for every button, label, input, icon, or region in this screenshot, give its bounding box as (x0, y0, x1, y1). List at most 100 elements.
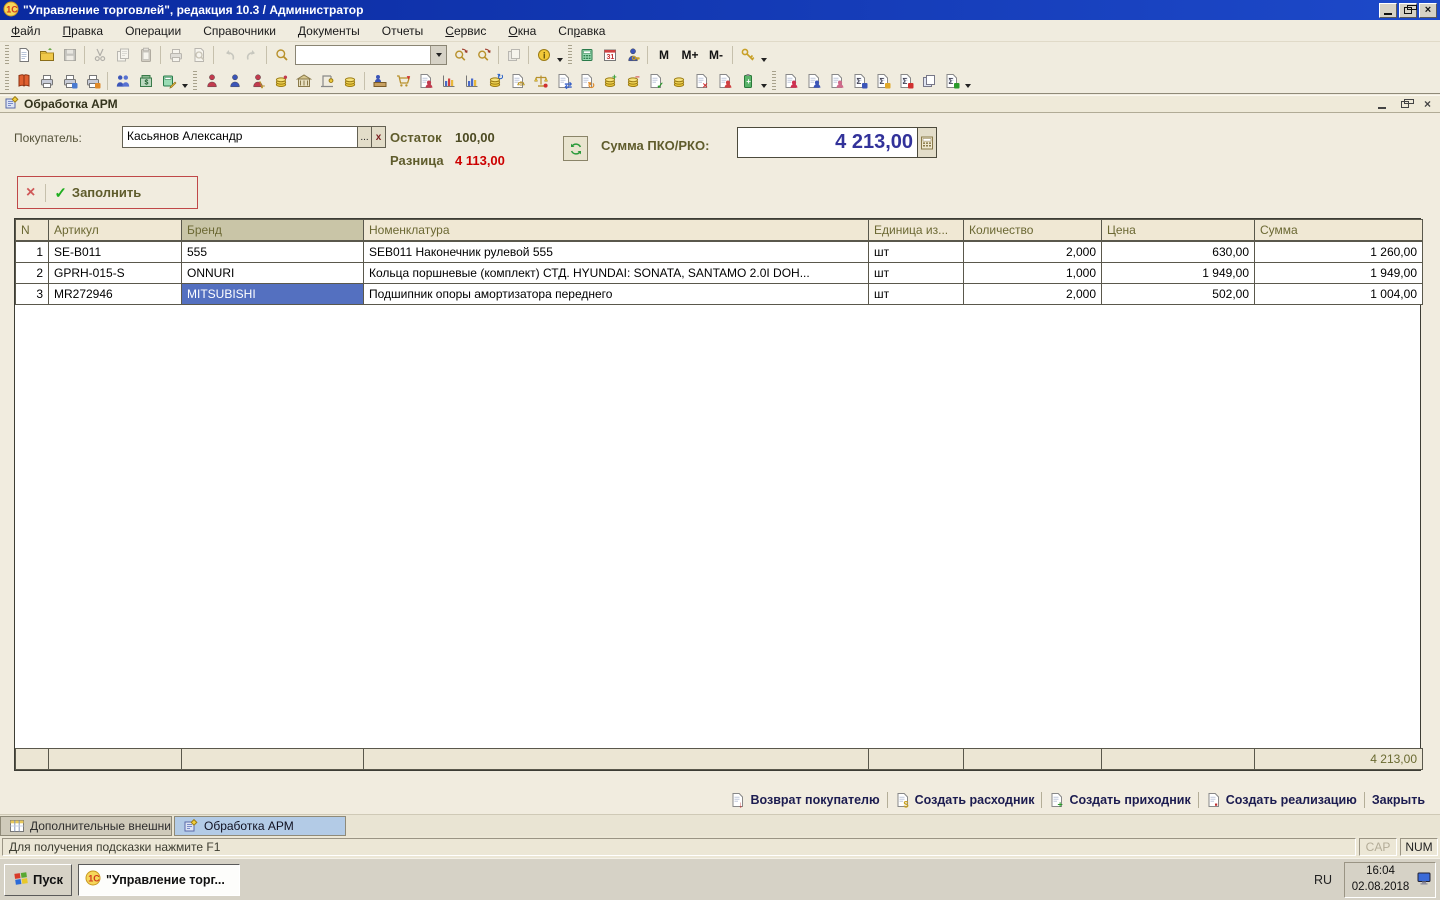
menu-documents[interactable]: Документы (287, 22, 371, 40)
toolbar-grip[interactable] (772, 71, 776, 91)
document-check-icon[interactable]: ✓ (644, 70, 667, 92)
language-indicator[interactable]: RU (1314, 873, 1332, 887)
table-header-col-price[interactable]: Цена (1102, 220, 1255, 241)
cell-col-nomenclature[interactable]: SEB011 Наконечник рулевой 555 (364, 242, 869, 263)
cancel-x-icon[interactable]: × (26, 184, 35, 202)
combobox-dropdown-arrow[interactable] (430, 46, 446, 64)
edit-calculation-icon[interactable] (157, 70, 180, 92)
memory-plus-button[interactable]: M+ (677, 48, 703, 62)
copy-button[interactable] (111, 44, 134, 66)
cell-col-quantity[interactable]: 2,000 (964, 284, 1102, 305)
cell-col-quantity[interactable]: 1,000 (964, 263, 1102, 284)
dropdown-arrow[interactable] (963, 70, 973, 92)
open-document-button[interactable] (35, 44, 58, 66)
customer-blue-icon[interactable] (223, 70, 246, 92)
menu-edit[interactable]: Правка (52, 22, 115, 40)
save-button[interactable] (58, 44, 81, 66)
memory-m-button[interactable]: M (651, 48, 677, 62)
search-combobox-value[interactable] (296, 46, 430, 64)
scales-red-icon[interactable] (529, 70, 552, 92)
coins-plus-icon[interactable]: + (598, 70, 621, 92)
document-scales-icon[interactable] (506, 70, 529, 92)
document-exchange-icon[interactable]: ⇄ (552, 70, 575, 92)
cell-col-quantity[interactable]: 2,000 (964, 242, 1102, 263)
minimize-button[interactable] (1379, 3, 1397, 18)
cell-col-nomenclature[interactable]: Подшипник опоры амортизатора переднего (364, 284, 869, 305)
print-form-icon[interactable] (35, 70, 58, 92)
mdi-restore-button[interactable] (1396, 97, 1413, 111)
crane-coin-icon[interactable] (315, 70, 338, 92)
buyer-clear-button[interactable]: x (371, 126, 386, 148)
calculator-icon[interactable] (917, 128, 936, 157)
cell-col-sum[interactable]: 1 004,00 (1255, 284, 1423, 305)
table-header-col-brand[interactable]: Бренд (182, 220, 364, 241)
cell-col-sum[interactable]: 1 260,00 (1255, 242, 1423, 263)
pko-rko-sum-value[interactable]: 4 213,00 (738, 128, 917, 157)
cell-col-article[interactable]: MR272946 (49, 284, 182, 305)
coins-icon[interactable] (338, 70, 361, 92)
create-sale-button[interactable]: ▪Создать реализацию (1199, 791, 1364, 809)
info-button[interactable]: i (532, 44, 555, 66)
coins-minus-icon[interactable]: − (621, 70, 644, 92)
fill-button[interactable]: Заполнить (72, 185, 141, 200)
cell-col-number[interactable]: 1 (16, 242, 49, 263)
calendar-button[interactable]: 31 (598, 44, 621, 66)
customer-cart-icon[interactable] (246, 70, 269, 92)
print-preview-button[interactable] (187, 44, 210, 66)
cell-col-brand[interactable]: MITSUBISHI (182, 284, 364, 305)
print-settings-icon[interactable] (81, 70, 104, 92)
document-refresh-icon[interactable]: ↻ (575, 70, 598, 92)
find-next-button[interactable] (449, 44, 472, 66)
mdi-close-button[interactable]: × (1419, 97, 1436, 111)
return-to-customer-button[interactable]: ↓Возврат покупателю (723, 791, 886, 809)
report-person-red-icon[interactable] (779, 70, 802, 92)
document-person-icon[interactable] (414, 70, 437, 92)
cart-red-arrow-icon[interactable]: ▼ (391, 70, 414, 92)
menu-help[interactable]: Справка (547, 22, 616, 40)
document-lines-icon[interactable] (917, 70, 940, 92)
dropdown-arrow[interactable] (180, 70, 190, 92)
coins-person-icon[interactable]: ● (269, 70, 292, 92)
menu-operations[interactable]: Операции (114, 22, 192, 40)
user-settings-button[interactable] (621, 44, 644, 66)
customer-red-icon[interactable] (200, 70, 223, 92)
tab-arm-processing[interactable]: Обработка АРМ (174, 816, 346, 836)
table-row[interactable]: 2GPRH-015-SONNURIКольца поршневые (компл… (16, 263, 1423, 284)
cell-col-brand[interactable]: 555 (182, 242, 364, 263)
table-empty-area[interactable] (15, 305, 1420, 748)
taskbar-task-button[interactable]: 1С "Управление торг... (78, 864, 240, 896)
menu-reports[interactable]: Отчеты (371, 22, 434, 40)
menu-windows[interactable]: Окна (497, 22, 547, 40)
cell-col-unit[interactable]: шт (869, 242, 964, 263)
refresh-button[interactable] (563, 136, 588, 161)
cell-col-unit[interactable]: шт (869, 284, 964, 305)
close-window-button[interactable]: × (1419, 3, 1437, 18)
table-header-col-nomenclature[interactable]: Номенклатура (364, 220, 869, 241)
buyer-browse-button[interactable]: ... (357, 126, 372, 148)
table-header-col-sum[interactable]: Сумма (1255, 220, 1423, 241)
pko-rko-sum-input[interactable]: 4 213,00 (737, 127, 937, 158)
dropdown-arrow[interactable] (759, 44, 769, 66)
restore-button[interactable] (1399, 3, 1417, 18)
new-document-button[interactable] (12, 44, 35, 66)
toolbar-grip[interactable] (193, 71, 197, 91)
toolbar-grip[interactable] (5, 71, 9, 91)
document-person-red-icon[interactable] (713, 70, 736, 92)
start-button[interactable]: Пуск (4, 864, 72, 896)
report-person-blue-icon[interactable] (802, 70, 825, 92)
search-combobox[interactable] (295, 45, 447, 65)
cell-col-price[interactable]: 502,00 (1102, 284, 1255, 305)
create-expense-button[interactable]: $Создать расходник (888, 791, 1042, 809)
coins-refresh-icon[interactable]: ↻ (483, 70, 506, 92)
menu-catalogs[interactable]: Справочники (192, 22, 287, 40)
buyer-input[interactable]: Касьянов Александр (122, 126, 358, 148)
find-previous-button[interactable] (472, 44, 495, 66)
cell-col-sum[interactable]: 1 949,00 (1255, 263, 1423, 284)
toolbar-grip[interactable] (5, 45, 9, 65)
print-button[interactable] (164, 44, 187, 66)
cell-col-number[interactable]: 3 (16, 284, 49, 305)
manager-desk-icon[interactable] (368, 70, 391, 92)
dropdown-arrow[interactable] (555, 44, 565, 66)
table-row[interactable]: 3MR272946MITSUBISHIПодшипник опоры аморт… (16, 284, 1423, 305)
cell-col-article[interactable]: GPRH-015-S (49, 263, 182, 284)
